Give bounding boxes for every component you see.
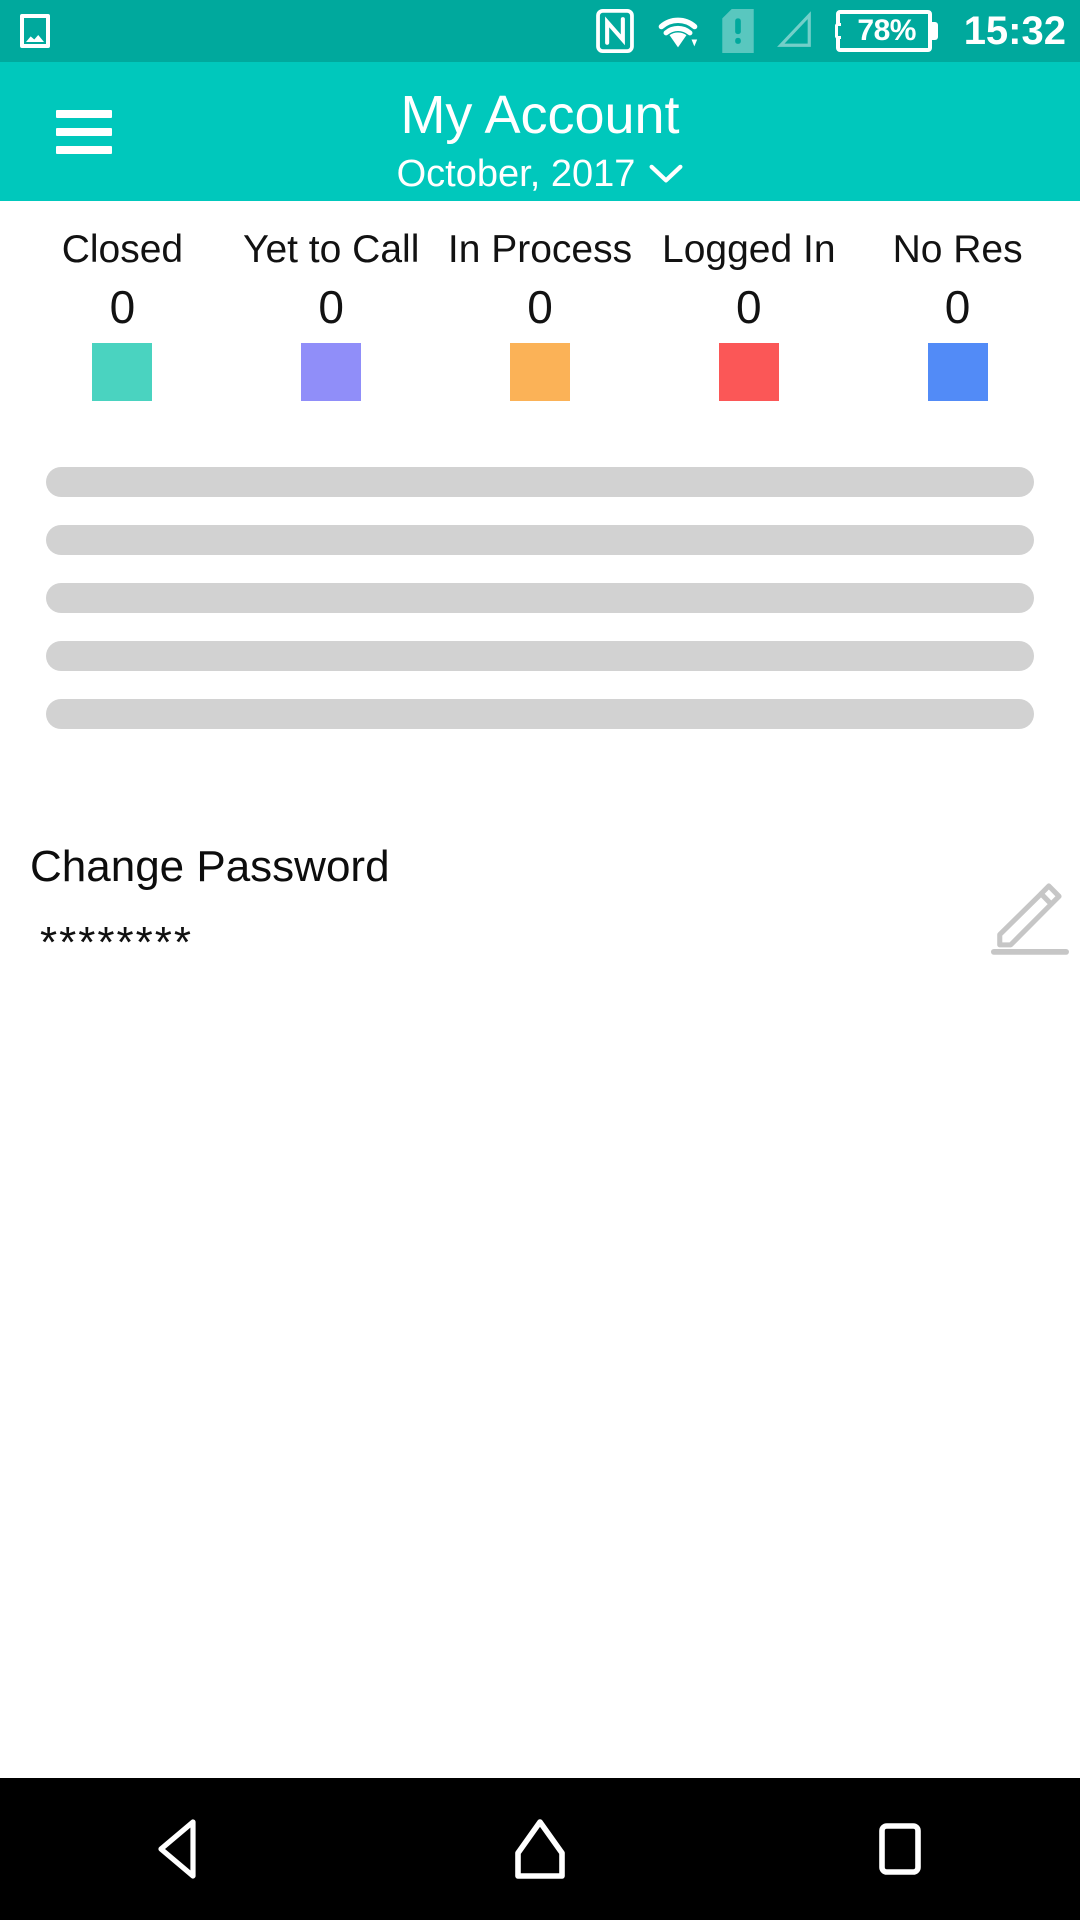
password-masked-value: ******** xyxy=(40,918,193,967)
battery-percent-label: 78% xyxy=(857,14,916,47)
stat-value: 0 xyxy=(735,281,762,333)
wifi-icon xyxy=(658,17,698,48)
placeholder-bar xyxy=(46,699,1034,729)
image-icon xyxy=(18,11,52,51)
nfc-icon xyxy=(595,9,634,53)
stat-value: 0 xyxy=(944,281,971,333)
month-label: October, 2017 xyxy=(396,153,636,195)
stat-label: Closed xyxy=(61,228,184,271)
status-bar-notifications xyxy=(18,11,52,51)
home-icon xyxy=(515,1819,565,1879)
recents-button[interactable] xyxy=(720,1778,1080,1920)
stat-color-swatch xyxy=(509,343,570,401)
month-selector[interactable]: October, 2017 xyxy=(397,152,684,196)
stat-card-no-res[interactable]: No Res 0 xyxy=(853,227,1062,401)
stat-color-swatch xyxy=(927,343,988,401)
stat-card-yet-to-call[interactable]: Yet to Call 0 xyxy=(227,227,436,401)
stat-card-logged-in[interactable]: Logged In 0 xyxy=(644,227,853,401)
stat-color-swatch xyxy=(92,343,153,401)
placeholder-bar xyxy=(46,525,1034,555)
stat-label: In Process xyxy=(447,228,633,271)
stat-label: Logged In xyxy=(662,228,836,271)
stat-color-swatch xyxy=(718,343,779,401)
change-password-label: Change Password xyxy=(30,842,390,891)
stat-card-closed[interactable]: Closed 0 xyxy=(18,227,227,401)
stat-card-in-process[interactable]: In Process 0 xyxy=(436,227,645,401)
sim-card-missing-icon xyxy=(721,9,754,53)
status-bar-clock: 15:32 xyxy=(963,9,1066,53)
home-button[interactable] xyxy=(360,1778,720,1920)
status-bar: 78% 15:32 xyxy=(0,0,1080,62)
placeholder-bar xyxy=(46,641,1034,671)
square-recents-icon xyxy=(879,1823,921,1875)
title-block: My Account October, 2017 xyxy=(0,84,1080,196)
cellular-signal-icon xyxy=(776,11,811,47)
page-title: My Account xyxy=(400,85,680,145)
stat-value: 0 xyxy=(318,281,344,333)
loading-placeholder-list xyxy=(0,467,1080,729)
chevron-down-icon xyxy=(649,164,683,183)
android-navigation-bar xyxy=(0,1778,1080,1920)
status-bar-system-icons: 78% 15:32 xyxy=(595,9,1066,53)
change-password-section: Change Password ******** xyxy=(0,841,1080,969)
battery-indicator: 78% xyxy=(834,10,938,52)
placeholder-bar xyxy=(46,467,1034,497)
stat-label: Yet to Call xyxy=(243,228,420,271)
back-triangle-icon xyxy=(158,1819,196,1879)
stat-value: 0 xyxy=(527,281,553,333)
back-button[interactable] xyxy=(0,1778,360,1920)
password-row: ******** xyxy=(30,917,1050,969)
placeholder-bar xyxy=(46,583,1034,613)
stat-color-swatch xyxy=(301,343,362,401)
status-summary-row: Closed 0 Yet to Call 0 In Process 0 Logg… xyxy=(0,201,1080,401)
app-bar: My Account October, 2017 xyxy=(0,62,1080,201)
stat-label: No Res xyxy=(892,228,1023,271)
pencil-edit-icon[interactable] xyxy=(986,877,1072,955)
stat-value: 0 xyxy=(109,281,136,333)
